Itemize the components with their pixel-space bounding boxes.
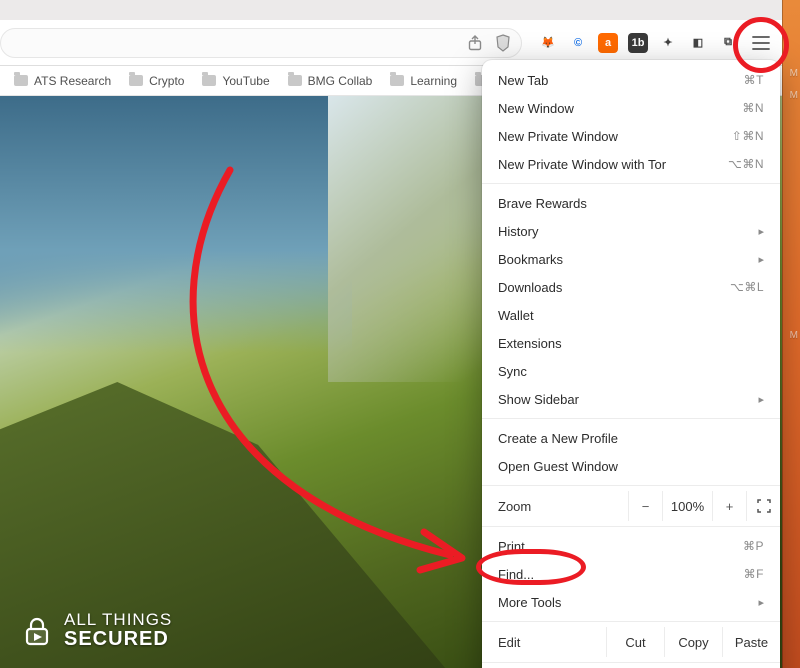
watermark-line2: SECURED <box>64 629 172 650</box>
folder-icon <box>202 75 216 86</box>
wallet-icon[interactable]: ⧉ <box>718 33 738 53</box>
watermark-logo: ALL THINGS SECURED <box>20 611 172 650</box>
bookmark-folder[interactable]: Crypto <box>129 74 184 88</box>
menu-item[interactable]: New Tab ⌘T <box>482 66 780 94</box>
menu-shortcut: ⌘N <box>742 101 764 115</box>
menu-separator <box>482 662 780 663</box>
bookmark-folder[interactable]: BMG Collab <box>288 74 373 88</box>
menu-separator <box>482 418 780 419</box>
menu-separator <box>482 183 780 184</box>
zoom-label: Zoom <box>482 499 628 514</box>
menu-item[interactable]: Find... ⌘F <box>482 560 780 588</box>
main-menu-button[interactable] <box>746 28 776 58</box>
menu-item[interactable]: Create a New Profile <box>482 424 780 452</box>
extensions-icon[interactable]: ✦ <box>658 33 678 53</box>
tab-strip <box>0 0 782 20</box>
panel-icon[interactable]: ◧ <box>688 33 708 53</box>
brave-shield-icon[interactable] <box>495 35 511 51</box>
lock-play-icon <box>20 614 54 648</box>
menu-item-label: Sync <box>498 364 527 379</box>
folder-icon <box>390 75 404 86</box>
bookmark-folder[interactable]: YouTube <box>202 74 269 88</box>
menu-item[interactable]: History <box>482 217 780 245</box>
menu-item[interactable]: Print... ⌘P <box>482 532 780 560</box>
menu-item-label: New Window <box>498 101 574 116</box>
bookmark-folder[interactable]: Learning <box>390 74 457 88</box>
menu-shortcut: ⌘F <box>744 567 764 581</box>
folder-icon <box>129 75 143 86</box>
folder-icon <box>14 75 28 86</box>
menu-item[interactable]: Open Guest Window <box>482 452 780 480</box>
url-bar[interactable] <box>0 28 522 58</box>
menu-separator <box>482 526 780 527</box>
zoom-in-button[interactable]: + <box>712 491 746 521</box>
menu-item-label: Downloads <box>498 280 562 295</box>
menu-item-label: Brave Rewards <box>498 196 587 211</box>
menu-edit-row: EditCutCopyPaste <box>482 627 780 657</box>
menu-shortcut: ⌥⌘N <box>728 157 764 171</box>
menu-shortcut: ⌘P <box>743 539 764 553</box>
menu-item[interactable]: New Private Window ⇧⌘N <box>482 122 780 150</box>
menu-item[interactable]: Downloads ⌥⌘L <box>482 273 780 301</box>
bookmark-folder[interactable]: ATS Research <box>14 74 111 88</box>
menu-item-label: Open Guest Window <box>498 459 618 474</box>
bookmark-label: ATS Research <box>34 74 111 88</box>
ext-a-icon[interactable]: a <box>598 33 618 53</box>
cut-button[interactable]: Cut <box>606 627 664 657</box>
menu-separator <box>482 485 780 486</box>
folder-icon <box>288 75 302 86</box>
menu-item[interactable]: Bookmarks <box>482 245 780 273</box>
edit-label: Edit <box>482 635 606 650</box>
main-menu-dropdown: New Tab ⌘T New Window ⌘N New Private Window ⇧… <box>482 60 780 668</box>
menu-item[interactable]: Sync <box>482 357 780 385</box>
menu-item-label: More Tools <box>498 595 561 610</box>
zoom-value: 100% <box>662 491 712 521</box>
menu-item[interactable]: More Tools <box>482 588 780 616</box>
bookmark-label: Learning <box>410 74 457 88</box>
share-icon[interactable] <box>467 35 483 51</box>
1blocker-icon[interactable]: 1b <box>628 33 648 53</box>
menu-item[interactable]: Extensions <box>482 329 780 357</box>
menu-item-label: Find... <box>498 567 534 582</box>
menu-separator <box>482 621 780 622</box>
menu-item[interactable]: Brave Rewards <box>482 189 780 217</box>
menu-item[interactable]: New Private Window with Tor ⌥⌘N <box>482 150 780 178</box>
menu-item-label: Wallet <box>498 308 534 323</box>
menu-item-label: Print... <box>498 539 536 554</box>
extension-icons: 🦊 © a 1b ✦ ◧ ⧉ <box>530 33 746 53</box>
menu-shortcut: ⌘T <box>744 73 764 87</box>
menu-item-label: Create a New Profile <box>498 431 618 446</box>
menu-shortcut: ⇧⌘N <box>732 129 764 143</box>
zoom-out-button[interactable]: − <box>628 491 662 521</box>
menu-item[interactable]: Show Sidebar <box>482 385 780 413</box>
menu-item-label: Extensions <box>498 336 562 351</box>
menu-item-label: Bookmarks <box>498 252 563 267</box>
menu-shortcut: ⌥⌘L <box>730 280 764 294</box>
bookmark-label: Crypto <box>149 74 184 88</box>
hamburger-icon <box>752 36 770 50</box>
menu-item-label: New Private Window with Tor <box>498 157 666 172</box>
copy-button[interactable]: Copy <box>664 627 722 657</box>
bookmark-label: YouTube <box>222 74 269 88</box>
menu-item-label: New Private Window <box>498 129 618 144</box>
paste-button[interactable]: Paste <box>722 627 780 657</box>
menu-item-label: Show Sidebar <box>498 392 579 407</box>
menu-zoom-row: Zoom−100%+ <box>482 491 780 521</box>
menu-item[interactable]: Wallet <box>482 301 780 329</box>
watermark-line1: ALL THINGS <box>64 611 172 629</box>
desktop-background-sliver: MMM <box>782 0 800 668</box>
ext-c-icon[interactable]: © <box>568 33 588 53</box>
menu-item-label: History <box>498 224 538 239</box>
menu-item[interactable]: New Window ⌘N <box>482 94 780 122</box>
bookmark-label: BMG Collab <box>308 74 373 88</box>
fullscreen-button[interactable] <box>746 491 780 521</box>
menu-item-label: New Tab <box>498 73 548 88</box>
metamask-icon[interactable]: 🦊 <box>538 33 558 53</box>
